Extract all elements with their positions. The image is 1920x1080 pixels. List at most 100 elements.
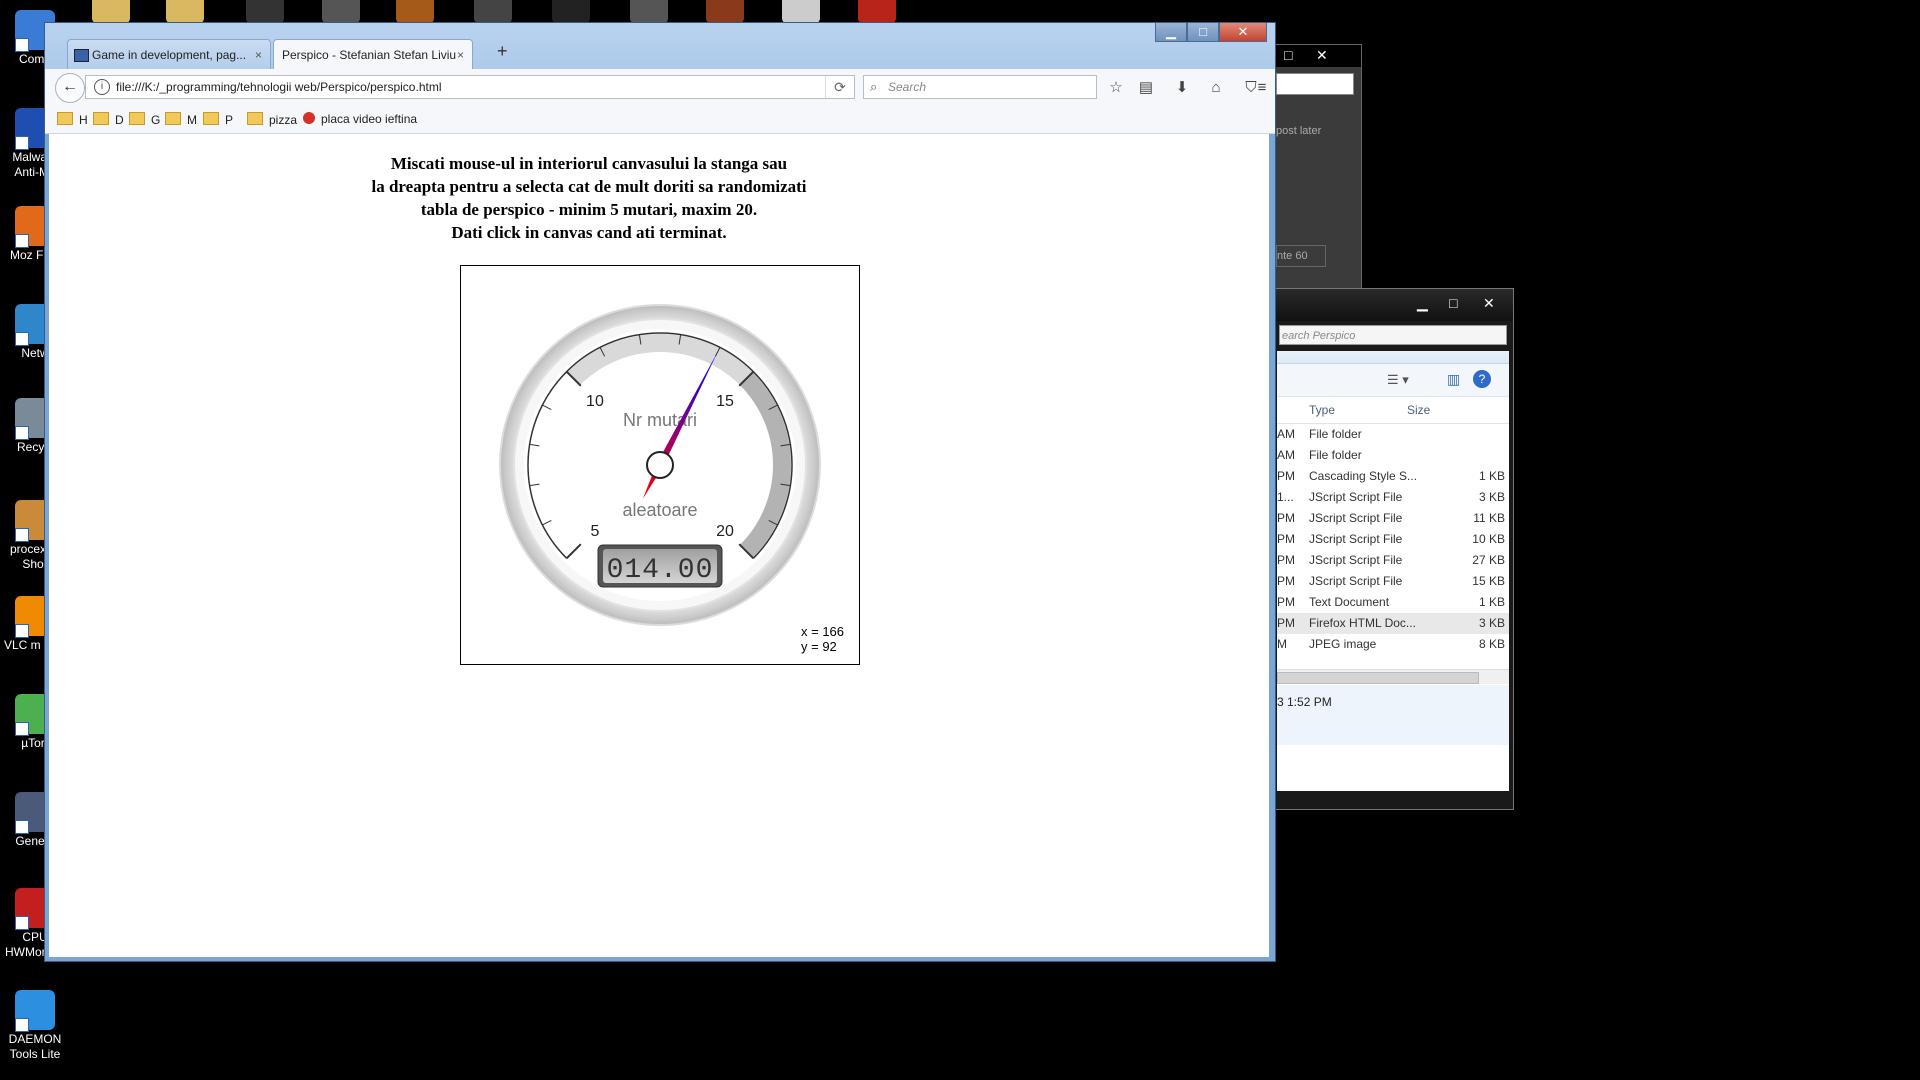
reload-icon[interactable]: ⟳ (825, 76, 854, 98)
close-icon[interactable]: ✕ (1483, 295, 1495, 312)
minimize-button[interactable]: ▁ (1155, 23, 1187, 42)
minimize-icon[interactable]: ▁ (1417, 295, 1428, 312)
view-options-icon[interactable]: ☰ ▾ (1387, 372, 1409, 388)
file-row[interactable]: 1... JScript Script File 3 KB (1277, 487, 1509, 508)
taskbar-top-icon-8[interactable] (630, 0, 668, 24)
maximize-icon[interactable]: □ (1284, 47, 1292, 63)
background-window-button-text[interactable]: nte 60 (1276, 245, 1326, 267)
gauge-canvas[interactable]: 5 10 15 20 Nr mutari aleatoare 014.00 x = 1… (460, 265, 860, 665)
menu-icon[interactable]: ≡ (1251, 77, 1273, 99)
back-button[interactable]: ← (55, 73, 85, 103)
file-type: Cascading Style S... (1309, 469, 1418, 483)
column-type[interactable]: Type (1309, 403, 1335, 417)
file-row[interactable]: PM JScript Script File 11 KB (1277, 508, 1509, 529)
bookmark-folder-m[interactable]: M (165, 112, 197, 127)
bookmarks-toolbar: H D G M P pizza placa video ieftina (45, 107, 1275, 134)
file-time: PM (1277, 595, 1295, 609)
column-size[interactable]: Size (1407, 403, 1430, 417)
tab-label: Perspico - Stefanian Stefan Liviu (282, 48, 457, 62)
explorer-details-pane: 3 1:52 PM (1277, 685, 1509, 745)
file-size: 11 KB (1473, 511, 1505, 525)
file-row[interactable]: AM File folder (1277, 424, 1509, 445)
explorer-titlebar[interactable]: ▁ □ ✕ (1271, 289, 1513, 321)
file-size: 15 KB (1472, 574, 1505, 588)
explorer-window[interactable]: ▁ □ ✕ earch Perspico ☰ ▾ ▥ ? Type Size A… (1270, 288, 1514, 810)
close-icon[interactable]: ✕ (1316, 47, 1328, 64)
home-icon[interactable]: ⌂ (1205, 77, 1227, 99)
file-row[interactable]: PM JScript Script File 10 KB (1277, 529, 1509, 550)
help-icon[interactable]: ? (1473, 370, 1491, 388)
bookmark-label: M (187, 113, 197, 127)
browser-chrome: ▁ □ ✕ Game in development, pag... × Pers… (45, 23, 1275, 134)
file-row[interactable]: PM Cascading Style S... 1 KB (1277, 466, 1509, 487)
taskbar-top-icon-1[interactable] (92, 0, 130, 24)
maximize-button[interactable]: □ (1187, 23, 1219, 42)
file-row[interactable]: PM JScript Script File 15 KB (1277, 571, 1509, 592)
bookmark-folder-p[interactable]: P (203, 112, 233, 127)
taskbar-top-icon-3[interactable] (246, 0, 284, 24)
explorer-horizontal-scrollbar[interactable] (1277, 669, 1509, 684)
taskbar-top-icon-5[interactable] (396, 0, 434, 24)
gauge-tick-label: 5 (590, 523, 599, 540)
site-favicon-icon (74, 49, 89, 62)
background-window-titlebar[interactable]: □ ✕ (1276, 45, 1361, 67)
file-size: 10 KB (1472, 532, 1505, 546)
bookmark-folder-pizza[interactable]: pizza (247, 112, 297, 127)
explorer-search-input[interactable]: earch Perspico (1279, 325, 1507, 345)
gauge-title-bottom: aleatoare (622, 500, 697, 520)
desktop-icon[interactable]: DAEMON Tools Lite (0, 990, 70, 1062)
instructions: Miscati mouse-ul in interiorul canvasulu… (49, 152, 1129, 244)
search-icon: ⌕ (870, 79, 878, 94)
page-content: Miscati mouse-ul in interiorul canvasulu… (49, 134, 1269, 957)
taskbar-top-icon-4[interactable] (322, 0, 360, 24)
file-row[interactable]: PM Firefox HTML Doc... 3 KB (1277, 613, 1509, 634)
tab-label: Game in development, pag... (92, 48, 247, 62)
open-folder-icon (247, 112, 263, 125)
taskbar-top-icon-6[interactable] (474, 0, 512, 24)
bookmark-folder-h[interactable]: H (57, 112, 88, 127)
close-window-button[interactable]: ✕ (1219, 23, 1267, 42)
taskbar-top-icon-10[interactable] (782, 0, 820, 24)
file-row[interactable]: M JPEG image 8 KB (1277, 634, 1509, 655)
bookmark-label: P (225, 113, 234, 127)
explorer-content: ☰ ▾ ▥ ? Type Size AM File folder AM File fo… (1277, 351, 1509, 791)
instruction-line-2: la dreapta pentru a selecta cat de mult … (371, 177, 807, 196)
downloads-icon[interactable]: ⬇ (1171, 77, 1193, 99)
taskbar-top-icon-2[interactable] (166, 0, 204, 24)
file-row[interactable]: AM File folder (1277, 445, 1509, 466)
details-date: 3 1:52 PM (1277, 695, 1332, 709)
file-type: JScript Script File (1309, 553, 1403, 567)
bookmark-folder-g[interactable]: G (129, 112, 160, 127)
bookmark-folder-d[interactable]: D (93, 112, 124, 127)
gauge-tick-label: 15 (716, 393, 734, 410)
search-bar[interactable]: ⌕ Search (863, 75, 1097, 99)
firefox-window[interactable]: ▁ □ ✕ Game in development, pag... × Pers… (44, 22, 1276, 962)
file-time: PM (1277, 553, 1295, 567)
bookmark-placa-video[interactable]: placa video ieftina (303, 112, 417, 126)
tab-game-in-development[interactable]: Game in development, pag... × (67, 39, 271, 69)
taskbar-top-icon-9[interactable] (706, 0, 744, 24)
file-time: AM (1277, 448, 1295, 462)
preview-pane-icon[interactable]: ▥ (1447, 371, 1460, 388)
taskbar-top-icon-11[interactable] (858, 0, 896, 24)
taskbar-top-icon-7[interactable] (552, 0, 590, 24)
address-bar[interactable]: i file:///K:/_programming/tehnologii web… (85, 75, 855, 99)
reading-list-icon[interactable]: ▤ (1135, 77, 1157, 99)
tab-perspico[interactable]: Perspico - Stefanian Stefan Liviu × (273, 39, 473, 69)
background-window-input[interactable] (1276, 73, 1354, 95)
new-tab-button[interactable]: + (497, 41, 508, 62)
bookmark-star-icon[interactable]: ☆ (1105, 77, 1127, 99)
file-size: 3 KB (1478, 490, 1505, 504)
bookmark-label: H (79, 113, 88, 127)
file-row[interactable]: PM JScript Script File 27 KB (1277, 550, 1509, 571)
file-row[interactable]: PM Text Document 1 KB (1277, 592, 1509, 613)
site-info-icon[interactable]: i (94, 79, 110, 95)
background-window[interactable]: □ ✕ post later nte 60 (1275, 44, 1362, 296)
maximize-icon[interactable]: □ (1449, 295, 1457, 311)
gauge-tick-label: 10 (586, 393, 604, 410)
close-tab-icon[interactable]: × (457, 40, 464, 69)
close-tab-icon[interactable]: × (255, 40, 262, 69)
file-type: File folder (1309, 448, 1362, 462)
file-time: PM (1277, 574, 1295, 588)
file-time: PM (1277, 616, 1295, 630)
